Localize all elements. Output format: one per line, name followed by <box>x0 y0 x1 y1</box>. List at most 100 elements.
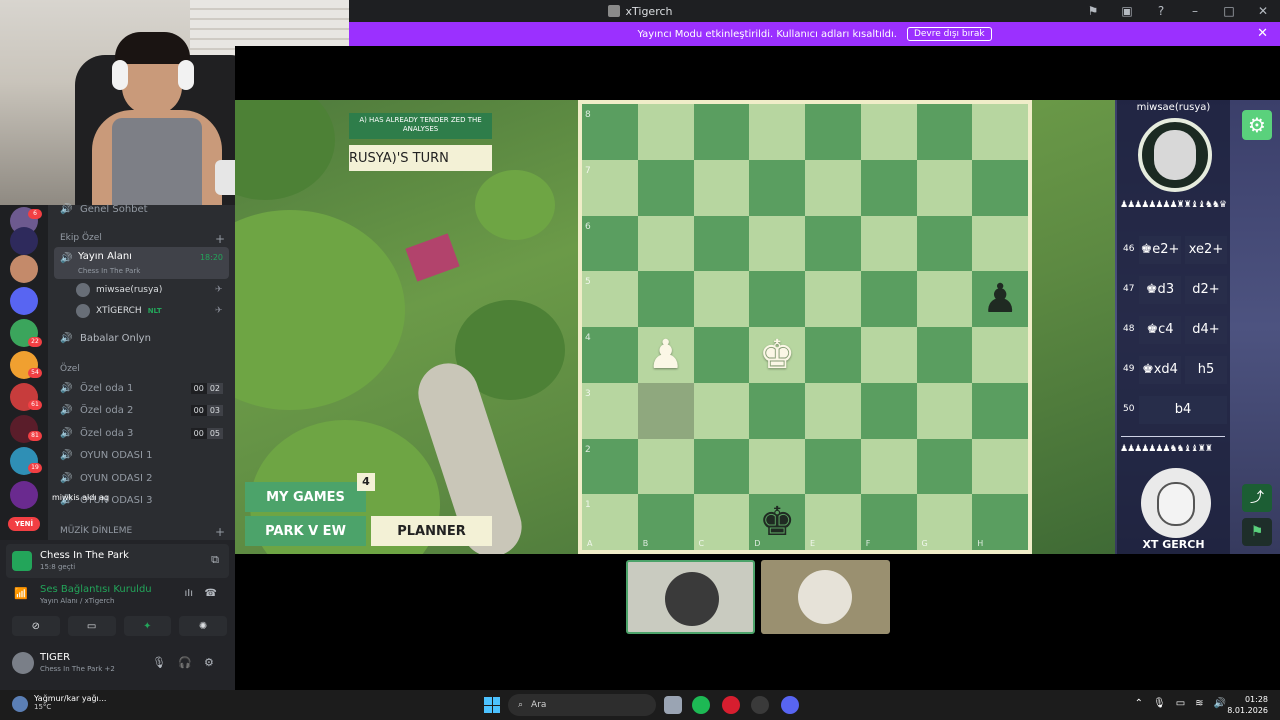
board-square-c1[interactable]: C <box>693 494 750 550</box>
board-square-c8[interactable] <box>693 104 750 160</box>
board-square-a7[interactable]: 7 <box>582 159 638 216</box>
microphone-icon[interactable]: 🎙 <box>152 656 166 669</box>
board-square-e8[interactable] <box>805 104 861 160</box>
activity-card[interactable]: Chess In The Park 15:8 geçti ⧉ <box>6 544 229 578</box>
board-square-e5[interactable] <box>805 271 861 327</box>
board-square-f8[interactable] <box>860 104 917 160</box>
white-move[interactable]: ♚e2+ <box>1139 236 1181 264</box>
disconnect-icon[interactable]: ☎ <box>205 588 217 599</box>
board-square-h7[interactable] <box>972 159 1028 216</box>
channel-active-stream[interactable]: 🔊 Yayın Alanı Chess In The Park 18:20 <box>54 247 229 279</box>
board-square-g4[interactable] <box>916 327 973 383</box>
board-square-c5[interactable] <box>693 271 750 327</box>
tray-overflow-icon[interactable]: ⌃ <box>1135 698 1143 709</box>
board-square-f7[interactable] <box>860 159 917 216</box>
board-square-e4[interactable] <box>805 327 861 383</box>
channel-game-2[interactable]: 🔊 OYUN ODASI 2 <box>48 468 235 488</box>
white-move[interactable]: ♚xd4 <box>1139 356 1181 384</box>
wifi-icon[interactable]: ≋ <box>1195 698 1203 709</box>
board-square-a3[interactable]: 3 <box>582 382 638 439</box>
server-icon[interactable] <box>10 227 38 255</box>
activity-button[interactable]: ✦ <box>123 616 172 636</box>
category-private[interactable]: Özel <box>60 364 80 374</box>
white-move[interactable]: ♚c4 <box>1139 316 1181 344</box>
board-square-d8[interactable] <box>749 104 805 160</box>
close-window-icon[interactable]: ✕ <box>1256 4 1270 18</box>
board-square-d5[interactable] <box>749 271 805 327</box>
server-icon[interactable] <box>10 255 38 283</box>
maximize-icon[interactable]: □ <box>1222 4 1236 18</box>
park-view-button[interactable]: PARK V EW <box>245 516 366 546</box>
board-square-f4[interactable] <box>860 327 917 383</box>
add-channel-icon[interactable]: + <box>215 525 225 539</box>
server-icon[interactable] <box>10 481 38 509</box>
minimize-icon[interactable]: – <box>1188 4 1202 18</box>
soundboard-button[interactable]: ✺ <box>179 616 227 636</box>
planner-button[interactable]: PLANNER <box>371 516 492 546</box>
board-square-a4[interactable]: 4 <box>582 327 638 383</box>
board-square-d4[interactable]: ♚ <box>749 327 805 383</box>
board-square-h5[interactable]: ♟ <box>972 271 1028 327</box>
close-banner-icon[interactable]: ✕ <box>1257 26 1268 41</box>
board-square-c3[interactable] <box>693 382 750 439</box>
channel-general-chat[interactable]: 🔊 Genel Sohbet <box>48 199 235 219</box>
volume-icon[interactable]: 🔊 <box>1214 698 1226 709</box>
black-move[interactable]: d2+ <box>1185 276 1227 304</box>
taskbar-search[interactable]: ⌕ Ara <box>508 694 656 716</box>
board-square-b5[interactable] <box>637 271 694 327</box>
board-square-b4[interactable]: ♟ <box>637 327 694 383</box>
noise-suppression-icon[interactable]: ıIı <box>184 588 193 599</box>
board-square-d6[interactable] <box>749 215 805 272</box>
board-square-f3[interactable] <box>860 382 917 439</box>
clock[interactable]: 01:28 8.01.2026 <box>1227 694 1268 716</box>
board-square-h8[interactable] <box>972 104 1028 160</box>
board-square-b2[interactable] <box>637 438 694 495</box>
share-button[interactable]: ⤴ <box>1242 484 1272 512</box>
board-square-g8[interactable] <box>916 104 973 160</box>
server-icon[interactable] <box>10 287 38 315</box>
board-square-d3[interactable] <box>749 382 805 439</box>
spotify-icon[interactable] <box>692 696 710 714</box>
popout-icon[interactable]: ⧉ <box>211 553 219 567</box>
black-move[interactable]: xe2+ <box>1185 236 1227 264</box>
opponent-avatar[interactable] <box>1138 118 1212 192</box>
board-square-a6[interactable]: 6 <box>582 215 638 272</box>
board-square-h1[interactable]: H <box>972 494 1028 550</box>
board-square-b6[interactable] <box>637 215 694 272</box>
inbox-icon[interactable]: ⚑ <box>1086 4 1100 18</box>
chess-piece[interactable]: ♟ <box>982 279 1018 319</box>
board-square-c6[interactable] <box>693 215 750 272</box>
disable-streamer-mode-button[interactable]: Devre dışı bırak <box>906 27 992 41</box>
board-square-a8[interactable]: 8 <box>582 104 638 160</box>
black-move[interactable]: d4+ <box>1185 316 1227 344</box>
channel-game-1[interactable]: 🔊 OYUN ODASI 1 <box>48 445 235 465</box>
board-square-c2[interactable] <box>693 438 750 495</box>
channel-private-2[interactable]: 🔊 Özel oda 2 00 03 <box>48 400 235 420</box>
board-square-h2[interactable] <box>972 438 1028 495</box>
board-square-d2[interactable] <box>749 438 805 495</box>
chess-piece[interactable]: ♟ <box>648 335 684 375</box>
participant-tile[interactable] <box>626 560 755 634</box>
board-square-e2[interactable] <box>805 438 861 495</box>
board-square-g1[interactable]: G <box>916 494 973 550</box>
chess-piece[interactable]: ♚ <box>759 502 795 542</box>
file-explorer-icon[interactable] <box>664 696 682 714</box>
mic-icon[interactable]: 🎙 <box>1153 698 1166 709</box>
black-move[interactable]: h5 <box>1185 356 1227 384</box>
opera-icon[interactable] <box>722 696 740 714</box>
board-square-a1[interactable]: 1A <box>582 494 638 550</box>
board-square-c4[interactable] <box>693 327 750 383</box>
board-square-g6[interactable] <box>916 215 973 272</box>
board-square-g5[interactable] <box>916 271 973 327</box>
board-square-b1[interactable]: B <box>637 494 694 550</box>
voice-user[interactable]: XTİGERCH NLT ✈ <box>76 301 223 321</box>
screen-icon[interactable]: ▣ <box>1120 4 1134 18</box>
channel-private-1[interactable]: 🔊 Özel oda 1 00 02 <box>48 378 235 398</box>
headphones-icon[interactable]: 🎧 <box>178 656 192 669</box>
category-music[interactable]: MÜZİK DİNLEME + <box>60 525 225 539</box>
board-square-h6[interactable] <box>972 215 1028 272</box>
game-settings-button[interactable]: ⚙ <box>1242 110 1272 140</box>
board-square-e6[interactable] <box>805 215 861 272</box>
player-avatar[interactable] <box>1141 468 1211 538</box>
discord-icon[interactable] <box>781 696 799 714</box>
